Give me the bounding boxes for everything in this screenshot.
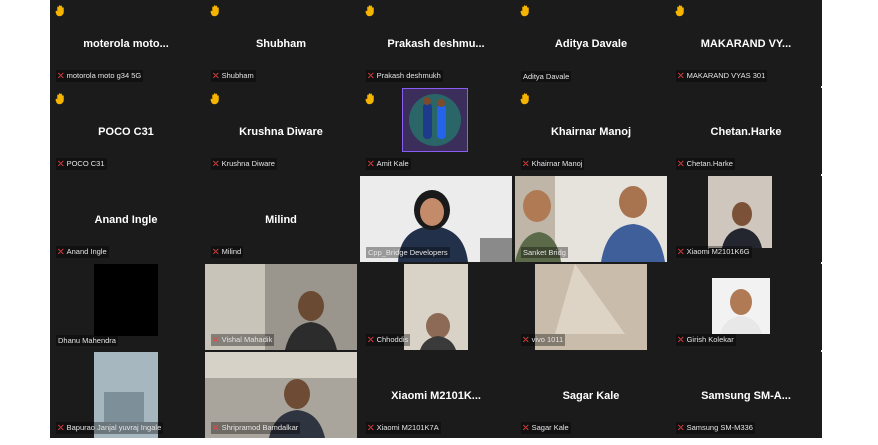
participant-label: ⛌ Anand Ingle: [56, 246, 109, 258]
participant-name: Chetan.Harke: [710, 126, 782, 138]
muted-mic-icon: ⛌: [213, 335, 219, 344]
participant-label: ⛌ POCO C31: [56, 158, 107, 170]
participant-label: Cpp_Bridge Developers: [366, 247, 450, 258]
participant-tile[interactable]: Milind ⛌ Milind: [205, 176, 357, 262]
participant-name: POCO C31: [98, 126, 154, 138]
participant-name: Sagar Kale: [562, 390, 620, 402]
muted-mic-icon: ⛌: [368, 71, 374, 80]
muted-mic-icon: ⛌: [368, 159, 374, 168]
muted-mic-icon: ⛌: [678, 423, 684, 432]
muted-mic-icon: ⛌: [368, 335, 374, 344]
muted-mic-icon: ⛌: [213, 423, 219, 432]
participant-label: ⛌ Samsung SM-M336: [676, 422, 755, 434]
participant-video-tile[interactable]: Dhanu Mahendra: [50, 264, 202, 350]
raised-hand-icon: [675, 5, 684, 17]
participant-label: ⛌ Krushna Diware: [211, 158, 277, 170]
participant-name: Prakash deshmu...: [387, 38, 485, 50]
muted-mic-icon: ⛌: [678, 247, 684, 256]
muted-mic-icon: ⛌: [523, 423, 529, 432]
participant-name: Aditya Davale: [554, 38, 628, 50]
participant-tile[interactable]: moterola moto... ⛌ motorola moto g34 5G: [50, 0, 202, 86]
participant-tile[interactable]: Chetan.Harke ⛌ Chetan.Harke: [670, 88, 822, 174]
raised-hand-icon: [210, 93, 219, 105]
participant-label: ⛌ Sagar Kale: [521, 422, 571, 434]
participant-name: MAKARAND VY...: [700, 38, 792, 50]
video-gallery-grid: moterola moto... ⛌ motorola moto g34 5G S…: [50, 0, 822, 438]
participant-name: Khairnar Manoj: [550, 126, 632, 138]
participant-name: Samsung SM-A...: [701, 390, 791, 402]
participant-label: Dhanu Mahendra: [56, 335, 118, 346]
participant-name: Anand Ingle: [94, 214, 158, 226]
participant-tile[interactable]: Prakash deshmu... ⛌ Prakash deshmukh: [360, 0, 512, 86]
participant-name: Xiaomi M2101K...: [391, 390, 481, 402]
participant-label: ⛌ Amit Kale: [366, 158, 411, 170]
muted-mic-icon: ⛌: [523, 159, 529, 168]
muted-mic-icon: ⛌: [368, 423, 374, 432]
participant-tile[interactable]: Krushna Diware ⛌ Krushna Diware: [205, 88, 357, 174]
raised-hand-icon: [365, 5, 374, 17]
raised-hand-icon: [520, 5, 529, 17]
participant-video-tile[interactable]: ⛌ Girish Kolekar: [670, 264, 822, 350]
participant-label: Sanket Bridg: [521, 247, 568, 258]
participant-label: ⛌ Chetan.Harke: [676, 158, 735, 170]
participant-name: Milind: [265, 214, 297, 226]
participant-label: ⛌ Milind: [211, 246, 244, 258]
participant-label: ⛌ Xiaomi M2101K6G: [676, 246, 752, 258]
participant-label: ⛌ Khairnar Manoj: [521, 158, 585, 170]
participant-name: Krushna Diware: [239, 126, 323, 138]
participant-video-tile[interactable]: ⛌ Vishal Mahadik: [205, 264, 357, 350]
muted-mic-icon: ⛌: [58, 423, 64, 432]
participant-video-tile[interactable]: ⛌ Chhoddis: [360, 264, 512, 350]
participant-label: ⛌ Shripramod Bamdalkar: [211, 422, 301, 434]
participant-video-tile[interactable]: ⛌ vivo 1011: [515, 264, 667, 350]
participant-label: ⛌ Chhoddis: [366, 334, 411, 346]
participant-tile[interactable]: Khairnar Manoj ⛌ Khairnar Manoj: [515, 88, 667, 174]
participant-tile[interactable]: Shubham ⛌ Shubham: [205, 0, 357, 86]
participant-tile[interactable]: Anand Ingle ⛌ Anand Ingle: [50, 176, 202, 262]
participant-label: ⛌ Shubham: [211, 70, 256, 82]
muted-mic-icon: ⛌: [213, 247, 219, 256]
muted-mic-icon: ⛌: [678, 71, 684, 80]
participant-label: ⛌ motorola moto g34 5G: [56, 70, 144, 82]
participant-video-tile[interactable]: ⛌ Xiaomi M2101K6G: [670, 176, 822, 262]
muted-mic-icon: ⛌: [678, 335, 684, 344]
muted-mic-icon: ⛌: [58, 159, 64, 168]
participant-name: moterola moto...: [83, 38, 169, 50]
participant-label: Aditya Davale: [521, 71, 572, 82]
participant-video-tile[interactable]: Cpp_Bridge Developers: [360, 176, 512, 262]
participant-label: ⛌ Bapurao Janjal yuvraj Ingale: [56, 422, 164, 434]
participant-video-tile[interactable]: ⛌ Bapurao Janjal yuvraj Ingale: [50, 352, 202, 438]
participant-tile[interactable]: Samsung SM-A... ⛌ Samsung SM-M336: [670, 352, 822, 438]
participant-video-tile[interactable]: ⛌ Shripramod Bamdalkar: [205, 352, 357, 438]
muted-mic-icon: ⛌: [213, 71, 219, 80]
participant-label: ⛌ Xiaomi M2101K7A: [366, 422, 441, 434]
raised-hand-icon: [365, 93, 374, 105]
participant-label: ⛌ vivo 1011: [521, 334, 566, 346]
participant-tile[interactable]: Xiaomi M2101K... ⛌ Xiaomi M2101K7A: [360, 352, 512, 438]
participant-label: ⛌ Girish Kolekar: [676, 334, 736, 346]
participant-label: ⛌ MAKARAND VYAS 301: [676, 70, 768, 82]
participant-tile[interactable]: ⛌ Amit Kale: [360, 88, 512, 174]
muted-mic-icon: ⛌: [678, 159, 684, 168]
active-speaker-tile[interactable]: Sanket Bridg: [515, 176, 667, 262]
participant-tile[interactable]: Aditya Davale Aditya Davale: [515, 0, 667, 86]
participant-tile[interactable]: POCO C31 ⛌ POCO C31: [50, 88, 202, 174]
participant-label: ⛌ Vishal Mahadik: [211, 334, 275, 346]
participant-label: ⛌ Prakash deshmukh: [366, 70, 443, 82]
raised-hand-icon: [55, 93, 64, 105]
raised-hand-icon: [210, 5, 219, 17]
profile-picture: [402, 88, 468, 152]
raised-hand-icon: [520, 93, 529, 105]
participant-tile[interactable]: Sagar Kale ⛌ Sagar Kale: [515, 352, 667, 438]
participant-tile[interactable]: MAKARAND VY... ⛌ MAKARAND VYAS 301: [670, 0, 822, 86]
participant-name: Shubham: [255, 38, 307, 50]
muted-mic-icon: ⛌: [58, 71, 64, 80]
muted-mic-icon: ⛌: [523, 335, 529, 344]
raised-hand-icon: [55, 5, 64, 17]
muted-mic-icon: ⛌: [58, 247, 64, 256]
muted-mic-icon: ⛌: [213, 159, 219, 168]
